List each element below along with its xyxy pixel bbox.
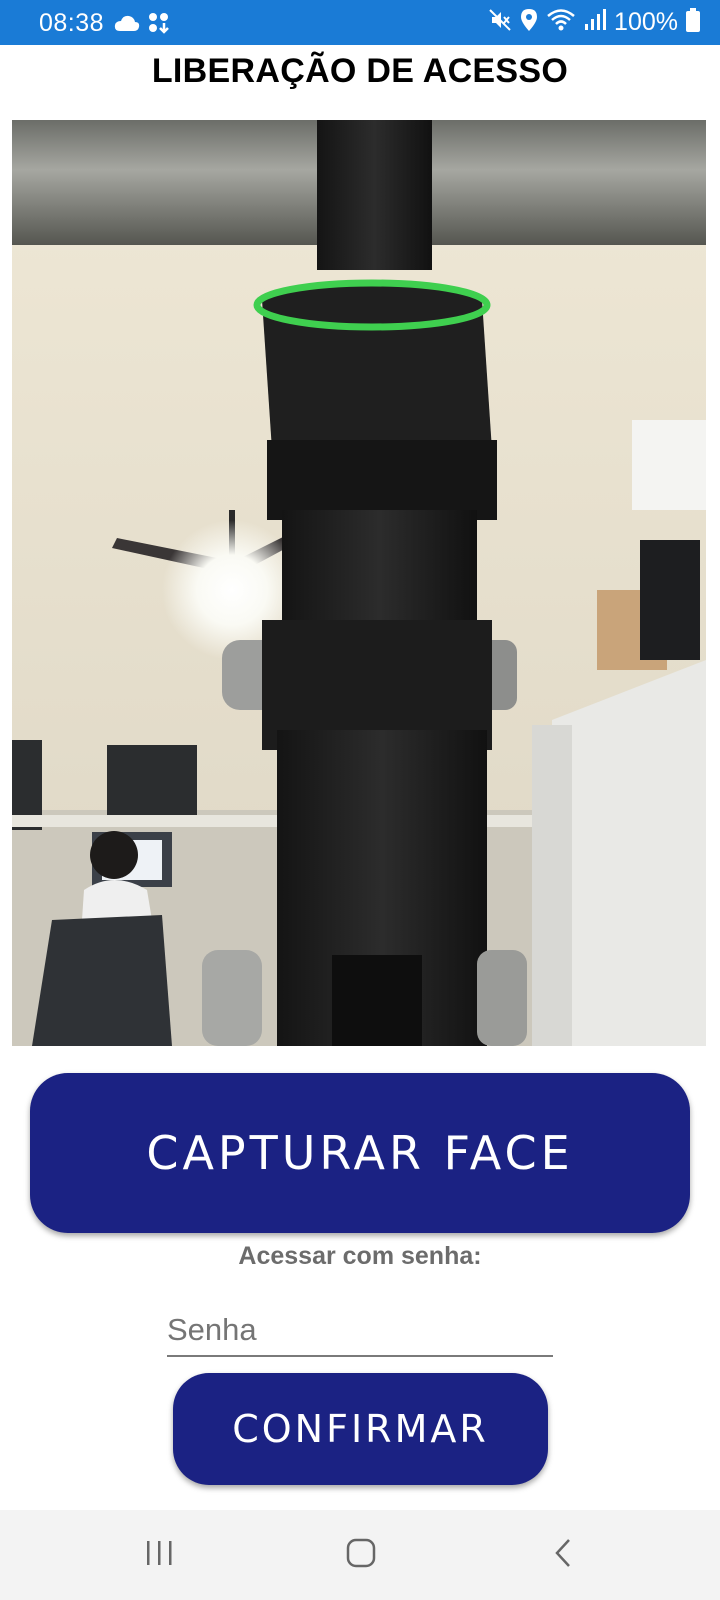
password-prompt-label: Acessar com senha: <box>238 1242 482 1270</box>
page-title: LIBERAÇÃO DE ACESSO <box>151 52 569 90</box>
wifi-icon <box>546 8 576 37</box>
password-field[interactable] <box>167 1305 553 1357</box>
cloud-icon <box>114 14 140 37</box>
status-time: 08:38 <box>39 9 105 37</box>
location-icon <box>520 8 538 37</box>
mute-icon <box>488 8 512 37</box>
battery-percentage: 100% <box>614 8 678 36</box>
home-icon <box>345 1537 377 1574</box>
recent-apps-icon <box>145 1539 175 1572</box>
recent-apps-button[interactable] <box>125 1530 195 1580</box>
back-button[interactable] <box>528 1530 598 1580</box>
home-button[interactable] <box>326 1530 396 1580</box>
confirm-button[interactable]: CONFIRMAR <box>173 1373 548 1485</box>
signal-icon <box>584 8 607 37</box>
status-bar: 08:38 100% <box>0 0 720 45</box>
capture-face-button[interactable]: CAPTURAR FACE <box>30 1073 690 1233</box>
camera-preview <box>12 120 706 1046</box>
system-nav-bar <box>0 1510 720 1600</box>
battery-icon <box>686 8 700 37</box>
camera-feed-image <box>12 120 706 1046</box>
app-grid-icon <box>148 12 170 39</box>
back-icon <box>552 1537 574 1574</box>
